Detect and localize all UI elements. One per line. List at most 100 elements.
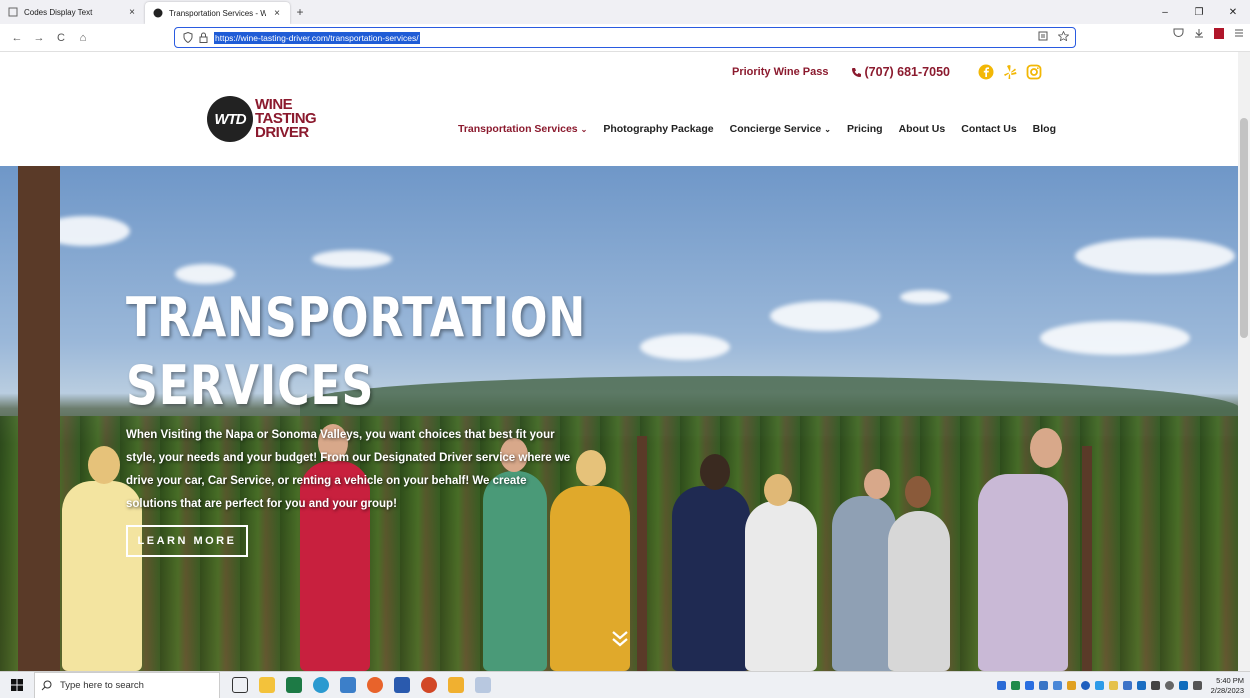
wooden-post: [1082, 446, 1092, 671]
page-icon: [8, 7, 18, 17]
nav-item-contact-us[interactable]: Contact Us: [961, 123, 1016, 135]
restore-button[interactable]: ❐: [1182, 0, 1216, 24]
scroll-down-chevron-icon[interactable]: [610, 629, 630, 649]
nav-item-about-us[interactable]: About Us: [899, 123, 946, 135]
nav-label: Concierge Service: [729, 123, 822, 135]
wooden-post: [18, 166, 60, 671]
logo-line: DRIVER: [255, 124, 309, 141]
tab-close-icon[interactable]: ×: [127, 7, 137, 18]
site-logo[interactable]: WTD WINE TASTING DRIVER: [207, 96, 317, 142]
person: [672, 486, 750, 671]
phone-number: (707) 681-7050: [864, 65, 950, 79]
tray-app-icon[interactable]: [1024, 681, 1034, 690]
nav-item-transportation-services[interactable]: Transportation Services ⌄: [458, 123, 587, 135]
pdf-extension-icon[interactable]: [1214, 28, 1224, 39]
tray-app-icon[interactable]: [1010, 681, 1020, 690]
address-bar[interactable]: https://wine-tasting-driver.com/transpor…: [174, 27, 1076, 48]
scrollbar-thumb[interactable]: [1240, 118, 1248, 338]
misc-app-icon[interactable]: [475, 677, 491, 693]
phone-link[interactable]: (707) 681-7050: [851, 65, 950, 79]
powerpoint-icon[interactable]: [421, 677, 437, 693]
menu-icon[interactable]: [1234, 28, 1244, 38]
onedrive-icon[interactable]: [1080, 681, 1090, 690]
nav-item-concierge-service[interactable]: Concierge Service ⌄: [730, 123, 831, 135]
forward-button[interactable]: →: [28, 27, 50, 49]
browser-navbar: ← → C ⌂ https://wine-tasting-driver.com/…: [0, 24, 1250, 52]
tray-app-icon[interactable]: [1150, 681, 1160, 690]
cloud: [770, 301, 880, 331]
hero-section: TRANSPORTATION SERVICES When Visiting th…: [0, 166, 1238, 671]
tray-app-icon[interactable]: [996, 681, 1006, 690]
tray-app-icon[interactable]: [1108, 681, 1118, 690]
tab-close-icon[interactable]: ×: [272, 8, 282, 19]
person: [888, 511, 950, 671]
reader-view-icon[interactable]: [1038, 31, 1048, 41]
chevron-down-icon: ⌄: [580, 125, 588, 134]
hero-title-line: SERVICES: [126, 354, 375, 417]
logo-badge: WTD: [207, 96, 253, 142]
yelp-icon[interactable]: [1002, 64, 1018, 80]
wooden-post: [637, 436, 647, 671]
windows-start-icon[interactable]: [0, 679, 34, 691]
cloud: [1040, 321, 1190, 355]
tray-app-icon[interactable]: [1122, 681, 1132, 690]
tray-app-icon[interactable]: [1066, 681, 1076, 690]
browser-tab-strip: Codes Display Text × Transportation Serv…: [0, 0, 1250, 24]
word-icon[interactable]: [394, 677, 410, 693]
taskbar-apps: [232, 677, 491, 693]
network-app-icon[interactable]: [340, 677, 356, 693]
priority-wine-pass-link[interactable]: Priority Wine Pass: [732, 66, 829, 78]
minimize-button[interactable]: –: [1148, 0, 1182, 24]
tab-transportation-services[interactable]: Transportation Services - Wine T ×: [145, 2, 290, 24]
url-text[interactable]: https://wine-tasting-driver.com/transpor…: [214, 31, 420, 44]
main-nav: Transportation Services ⌄ Photography Pac…: [458, 123, 1056, 135]
taskbar-clock[interactable]: 5:40 PM 2/28/2023: [1211, 676, 1244, 696]
home-button[interactable]: ⌂: [72, 27, 94, 49]
site-header: Priority Wine Pass (707) 681-7050 WTD WI…: [0, 52, 1238, 166]
nav-label: Transportation Services: [458, 123, 578, 135]
nav-item-pricing[interactable]: Pricing: [847, 123, 883, 135]
tray-app-icon[interactable]: [1038, 681, 1048, 690]
pocket-icon[interactable]: [1173, 28, 1184, 38]
paint-app-icon[interactable]: [448, 677, 464, 693]
social-links: [978, 64, 1042, 80]
download-icon[interactable]: [1194, 28, 1204, 38]
hero-title: TRANSPORTATION SERVICES: [126, 284, 586, 420]
tab-title: Codes Display Text: [24, 7, 93, 17]
edge-icon[interactable]: [313, 677, 329, 693]
excel-icon[interactable]: [286, 677, 302, 693]
clock-date: 2/28/2023: [1210, 685, 1244, 695]
new-tab-button[interactable]: +: [290, 0, 310, 24]
learn-more-button[interactable]: LEARN MORE: [126, 525, 248, 557]
facebook-icon[interactable]: [978, 64, 994, 80]
header-topline: Priority Wine Pass (707) 681-7050: [732, 64, 1042, 80]
person: [745, 501, 817, 671]
lock-icon[interactable]: [199, 32, 208, 43]
volume-icon[interactable]: [1192, 681, 1202, 690]
close-window-button[interactable]: ✕: [1216, 0, 1250, 24]
task-view-icon[interactable]: [232, 677, 248, 693]
nav-item-photography-package[interactable]: Photography Package: [603, 123, 713, 135]
window-controls: – ❐ ✕: [1148, 0, 1250, 24]
hero-description: When Visiting the Napa or Sonoma Valleys…: [126, 429, 571, 510]
tab-codes-display-text[interactable]: Codes Display Text ×: [0, 0, 145, 24]
back-button[interactable]: ←: [6, 27, 28, 49]
site-favicon-icon: [153, 8, 163, 18]
reload-button[interactable]: C: [50, 27, 72, 49]
tray-app-icon[interactable]: [1136, 681, 1146, 690]
nav-item-blog[interactable]: Blog: [1033, 123, 1056, 135]
shield-icon[interactable]: [183, 32, 193, 43]
outlook-icon[interactable]: [1178, 681, 1188, 690]
instagram-icon[interactable]: [1026, 64, 1042, 80]
windows-taskbar: Type here to search 5:40 PM 2/28/2023: [0, 671, 1250, 698]
bookmark-star-icon[interactable]: [1058, 31, 1069, 41]
tray-app-icon[interactable]: [1052, 681, 1062, 690]
page-scrollbar[interactable]: [1238, 52, 1250, 671]
cloud: [312, 250, 392, 268]
firefox-icon[interactable]: [367, 677, 383, 693]
person-head: [88, 446, 120, 484]
tray-app-icon[interactable]: [1094, 681, 1104, 690]
wifi-icon[interactable]: [1164, 681, 1174, 690]
taskbar-search[interactable]: Type here to search: [34, 671, 220, 698]
file-explorer-icon[interactable]: [259, 677, 275, 693]
